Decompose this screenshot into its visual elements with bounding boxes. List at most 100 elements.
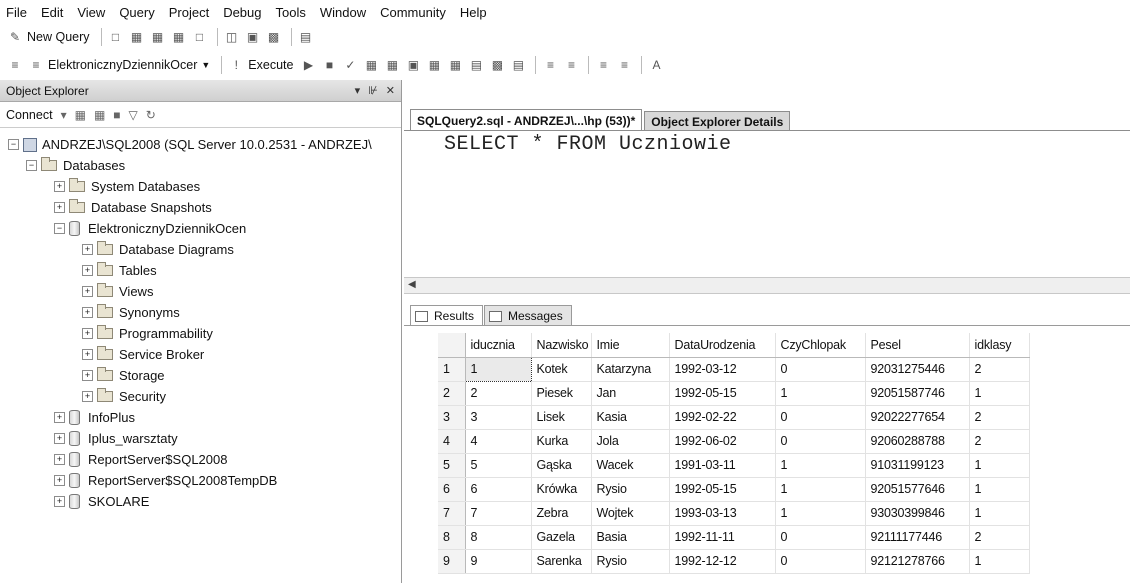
table-cell[interactable]: Jola [591, 429, 670, 454]
save-icon[interactable]: ▣ [244, 28, 262, 46]
table-cell[interactable]: 1992-06-02 [669, 429, 776, 454]
open-icon[interactable]: ◫ [223, 28, 241, 46]
table-cell[interactable]: 92051587746 [865, 381, 970, 406]
tree-node-elektroniczny-dziennik-ocen[interactable]: − ElektronicznyDziennikOcen [0, 218, 401, 239]
table-row[interactable]: 9 9 Sarenka Rysio 1992-12-12 0 92121278766 1 [438, 549, 1030, 574]
column-header-iducznia[interactable]: iducznia [465, 333, 532, 358]
table-cell[interactable]: 2 [969, 405, 1030, 430]
expand-icon[interactable]: + [82, 391, 93, 402]
menu-help[interactable]: Help [460, 5, 487, 20]
row-number[interactable]: 9 [438, 549, 466, 574]
expand-icon[interactable]: + [82, 244, 93, 255]
tree-node-system-databases[interactable]: + System Databases [0, 176, 401, 197]
expand-icon[interactable]: + [54, 454, 65, 465]
table-cell[interactable]: Kurka [531, 429, 592, 454]
table-row[interactable]: 8 8 Gazela Basia 1992-11-11 0 92111177446 2 [438, 525, 1030, 550]
table-cell[interactable]: 1 [775, 453, 866, 478]
collapse-icon[interactable]: − [26, 160, 37, 171]
expand-icon[interactable]: + [54, 181, 65, 192]
table-row[interactable]: 7 7 Zebra Wojtek 1993-03-13 1 93030399846 1 [438, 501, 1030, 526]
column-header-idklasy[interactable]: idklasy [969, 333, 1030, 358]
results-grid-icon[interactable]: ▩ [488, 56, 506, 74]
table-row[interactable]: 5 5 Gąska Wacek 1991-03-11 1 91031199123 1 [438, 453, 1030, 478]
database-selector[interactable]: ElektronicznyDziennikOcer ▼ [48, 58, 210, 72]
estimated-plan-icon[interactable]: ▦ [362, 56, 380, 74]
db-engine-query-icon[interactable]: ▦ [128, 28, 146, 46]
client-stats-icon[interactable]: ▦ [446, 56, 464, 74]
collapse-icon[interactable]: − [8, 139, 19, 150]
column-header-czychlopak[interactable]: CzyChlopak [775, 333, 866, 358]
table-cell[interactable]: 1 [969, 501, 1030, 526]
expand-icon[interactable]: + [82, 286, 93, 297]
tree-node-database-snapshots[interactable]: + Database Snapshots [0, 197, 401, 218]
tree-node-reportserver-tempdb[interactable]: + ReportServer$SQL2008TempDB [0, 470, 401, 491]
table-cell[interactable]: 1992-12-12 [669, 549, 776, 574]
table-cell[interactable]: 1 [969, 477, 1030, 502]
table-cell[interactable]: 2 [465, 381, 532, 406]
column-header-pesel[interactable]: Pesel [865, 333, 970, 358]
editor-horizontal-scrollbar[interactable]: ◀ [404, 277, 1130, 294]
query-designer-icon[interactable]: ▦ [383, 56, 401, 74]
table-cell[interactable]: 1 [775, 477, 866, 502]
table-cell[interactable]: 1 [775, 381, 866, 406]
tree-node-infoplus[interactable]: + InfoPlus [0, 407, 401, 428]
table-cell[interactable]: 92121278766 [865, 549, 970, 574]
row-number[interactable]: 2 [438, 381, 466, 406]
table-cell[interactable]: 0 [775, 357, 866, 382]
menu-view[interactable]: View [77, 5, 105, 20]
table-cell[interactable]: Gazela [531, 525, 592, 550]
table-row[interactable]: 3 3 Lisek Kasia 1992-02-22 0 92022277654 2 [438, 405, 1030, 430]
table-cell[interactable]: 0 [775, 429, 866, 454]
expand-icon[interactable]: + [54, 412, 65, 423]
column-header-dataurodzenia[interactable]: DataUrodzenia [669, 333, 776, 358]
menu-file[interactable]: File [6, 5, 27, 20]
menu-window[interactable]: Window [320, 5, 366, 20]
table-cell[interactable]: 92031275446 [865, 357, 970, 382]
tab-query[interactable]: SQLQuery2.sql - ANDRZEJ\...\hp (53))* [410, 109, 643, 131]
table-cell[interactable]: Rysio [591, 549, 670, 574]
table-cell[interactable]: 91031199123 [865, 453, 970, 478]
table-cell[interactable]: Gąska [531, 453, 592, 478]
tree-node-views[interactable]: + Views [0, 281, 401, 302]
table-cell[interactable]: 1 [969, 453, 1030, 478]
table-cell[interactable]: 1992-11-11 [669, 525, 776, 550]
tab-results[interactable]: Results [410, 305, 484, 326]
execute-button[interactable]: Execute [248, 58, 293, 72]
table-cell[interactable]: 1992-05-15 [669, 381, 776, 406]
table-cell[interactable]: 92051577646 [865, 477, 970, 502]
table-cell[interactable]: 5 [465, 453, 532, 478]
tree-node-storage[interactable]: + Storage [0, 365, 401, 386]
table-cell[interactable]: 1992-05-15 [669, 477, 776, 502]
close-icon[interactable]: ✕ [386, 84, 395, 97]
column-header-imie[interactable]: Imie [591, 333, 670, 358]
column-header-nazwisko[interactable]: Nazwisko [531, 333, 592, 358]
table-cell[interactable]: Krówka [531, 477, 592, 502]
results-to-text-icon[interactable]: ▤ [467, 56, 485, 74]
tree-node-service-broker[interactable]: + Service Broker [0, 344, 401, 365]
uncomment-icon[interactable]: ≡ [562, 56, 580, 74]
tab-object-explorer-details[interactable]: Object Explorer Details [644, 111, 791, 131]
filter-icon[interactable]: ▽ [129, 108, 138, 122]
table-row[interactable]: 2 2 Piesek Jan 1992-05-15 1 92051587746 1 [438, 381, 1030, 406]
table-cell[interactable]: 7 [465, 501, 532, 526]
table-row[interactable]: 6 6 Krówka Rysio 1992-05-15 1 92051577646 1 [438, 477, 1030, 502]
row-number[interactable]: 8 [438, 525, 466, 550]
row-number[interactable]: 6 [438, 477, 466, 502]
tree-node-skolare[interactable]: + SKOLARE [0, 491, 401, 512]
save-all-icon[interactable]: ▩ [265, 28, 283, 46]
disconnect-icon[interactable]: ▦ [94, 108, 105, 122]
table-cell[interactable]: Basia [591, 525, 670, 550]
xmla-query-icon[interactable]: □ [191, 28, 209, 46]
table-cell[interactable]: 3 [465, 405, 532, 430]
table-cell[interactable]: Kasia [591, 405, 670, 430]
table-cell[interactable]: Sarenka [531, 549, 592, 574]
table-cell[interactable]: 6 [465, 477, 532, 502]
menu-project[interactable]: Project [169, 5, 209, 20]
specify-values-icon[interactable]: A [647, 56, 665, 74]
expand-icon[interactable]: + [54, 433, 65, 444]
increase-indent-icon[interactable]: ≡ [615, 56, 633, 74]
tree-node-databases[interactable]: − Databases [0, 155, 401, 176]
dropdown-icon[interactable]: ▾ [355, 84, 361, 97]
table-cell[interactable]: 1 [969, 381, 1030, 406]
table-cell[interactable]: Jan [591, 381, 670, 406]
